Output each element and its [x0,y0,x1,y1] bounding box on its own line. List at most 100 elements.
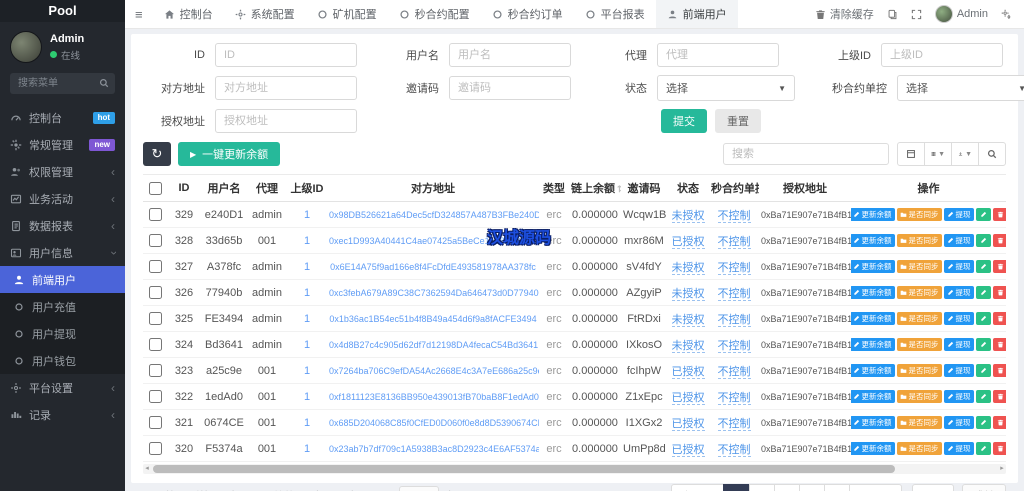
sidebar-item-user-recharge[interactable]: 用户充值 [0,293,125,320]
status-link[interactable]: 已授权 [671,365,705,379]
update-balance-button[interactable]: 更新余额 [851,259,895,274]
sidebar-item-platform-settings[interactable]: 平台设置 ‹ [0,374,125,401]
delete-button[interactable] [992,260,1006,273]
sync-toggle-button[interactable]: 是否同步 [896,441,942,456]
address-link[interactable]: 0x1b36ac1B54ec51b4f8B49a454d6f9a8fACFE34… [329,314,536,324]
filter-control-select[interactable]: 选择 ▼ [897,75,1024,101]
row-checkbox[interactable] [149,442,162,455]
sidebar-item-activities[interactable]: 业务活动 ‹ [0,185,125,212]
horizontal-scrollbar[interactable]: ◂ ▸ [143,464,1006,474]
filter-username-input[interactable] [449,43,571,67]
edit-button[interactable] [975,286,991,299]
sync-toggle-button[interactable]: 是否同步 [896,415,942,430]
tab-platform-reports[interactable]: 平台报表 [574,0,656,28]
sync-toggle-button[interactable]: 是否同步 [896,285,942,300]
address-link[interactable]: 0x685D204068C85f0CfED0D060f0e8d8D5390674… [329,418,539,428]
tab-console[interactable]: 控制台 [153,0,224,28]
update-balance-button[interactable]: 更新余额 [851,389,895,404]
delete-button[interactable] [992,312,1006,325]
sidebar-item-user-wallet[interactable]: 用户钱包 [0,347,125,374]
select-all-checkbox[interactable] [149,181,162,195]
page-button-4[interactable]: 4 [798,484,825,491]
status-link[interactable]: 已授权 [671,235,705,249]
refresh-button[interactable]: ↻ [143,142,171,166]
control-link[interactable]: 不控制 [717,313,751,327]
update-balance-button[interactable]: 更新余额 [851,415,895,430]
withdraw-button[interactable]: 提现 [943,363,974,378]
parent-id-link[interactable]: 1 [304,443,310,455]
parent-id-link[interactable]: 1 [304,209,310,221]
delete-button[interactable] [992,364,1006,377]
address-link[interactable]: 0x4d8B27c4c905d62df7d12198DA4fecaC54Bd36… [329,340,538,350]
withdraw-button[interactable]: 提现 [943,285,974,300]
address-link[interactable]: 0x23ab7b7df709c1A5938B3ac8D2923c4E6AF537… [329,444,539,454]
parent-id-link[interactable]: 1 [304,391,310,403]
tab-miner-config[interactable]: 矿机配置 [306,0,388,28]
sync-toggle-button[interactable]: 是否同步 [896,311,942,326]
sidebar-item-user-withdraw[interactable]: 用户提现 [0,320,125,347]
page-button-3[interactable]: 3 [773,484,800,491]
parent-id-link[interactable]: 1 [304,417,310,429]
delete-button[interactable] [992,390,1006,403]
filter-status-select[interactable]: 选择 ▼ [657,75,795,101]
control-link[interactable]: 不控制 [717,287,751,301]
scroll-right-arrow-icon[interactable]: ▸ [998,464,1006,474]
address-link[interactable]: 0x6E14A75f9ad166e8f4FcDfdE493581978AA378… [330,262,536,272]
sidebar-item-front-users[interactable]: 前端用户 [0,266,125,293]
update-balance-button[interactable]: 更新余额 [851,441,895,456]
col-header-balance[interactable]: 链上余额⇅ [569,174,621,202]
scrollbar-thumb[interactable] [153,465,896,473]
control-link[interactable]: 不控制 [717,443,751,457]
delete-button[interactable] [992,208,1006,221]
edit-button[interactable] [975,208,991,221]
copy-icon[interactable] [887,9,898,20]
edit-button[interactable] [975,364,991,377]
address-link[interactable]: 0x7264ba706C9efDA54Ac2668E4c3A7eE686a25c… [329,366,539,376]
filter-address-input[interactable] [215,76,357,100]
control-link[interactable]: 不控制 [717,261,751,275]
prev-page-button[interactable]: 上一页 [671,484,725,491]
page-button-5[interactable]: 5 [823,484,850,491]
edit-button[interactable] [975,416,991,429]
control-link[interactable]: 不控制 [717,209,751,223]
row-checkbox[interactable] [149,364,162,377]
sync-toggle-button[interactable]: 是否同步 [896,233,942,248]
update-balance-button[interactable]: 更新余额 [851,363,895,378]
control-link[interactable]: 不控制 [717,365,751,379]
address-link[interactable]: 0xc3febA679A89C38C7362594Da646473d0D7794… [329,288,539,298]
parent-id-link[interactable]: 1 [304,261,310,273]
status-link[interactable]: 未授权 [671,339,705,353]
row-checkbox[interactable] [149,390,162,403]
withdraw-button[interactable]: 提现 [943,259,974,274]
row-checkbox[interactable] [149,312,162,325]
edit-button[interactable] [975,260,991,273]
row-checkbox[interactable] [149,208,162,221]
filter-auth-input[interactable] [215,109,357,133]
update-balance-button[interactable]: 更新余额 [851,311,895,326]
edit-button[interactable] [975,338,991,351]
sidebar-item-permissions[interactable]: 权限管理 ‹ [0,158,125,185]
jump-page-input[interactable] [912,484,954,491]
tab-seconds-contract-config[interactable]: 秒合约配置 [388,0,481,28]
update-all-balances-button[interactable]: ▶ 一键更新余额 [178,142,281,166]
delete-button[interactable] [992,442,1006,455]
withdraw-button[interactable]: 提现 [943,311,974,326]
export-dropdown-button[interactable]: ▼ [951,142,979,166]
withdraw-button[interactable]: 提现 [943,415,974,430]
reset-button[interactable]: 重置 [715,109,761,133]
sync-toggle-button[interactable]: 是否同步 [896,259,942,274]
sync-toggle-button[interactable]: 是否同步 [896,207,942,222]
columns-dropdown-button[interactable]: ▼ [924,142,952,166]
withdraw-button[interactable]: 提现 [943,337,974,352]
fullscreen-icon[interactable] [911,9,922,20]
edit-button[interactable] [975,234,991,247]
update-balance-button[interactable]: 更新余额 [851,207,895,222]
address-link[interactable]: 0xf1811123E8136BB950e439013fB70baB8F1edA… [329,392,539,402]
edit-button[interactable] [975,312,991,325]
avatar[interactable] [10,31,42,63]
delete-button[interactable] [992,416,1006,429]
tab-front-users[interactable]: 前端用户 [655,0,738,28]
jump-button[interactable]: 跳转 [962,484,1006,491]
sync-toggle-button[interactable]: 是否同步 [896,389,942,404]
sidebar-item-user-info[interactable]: 用户信息 ‹ [0,239,125,266]
